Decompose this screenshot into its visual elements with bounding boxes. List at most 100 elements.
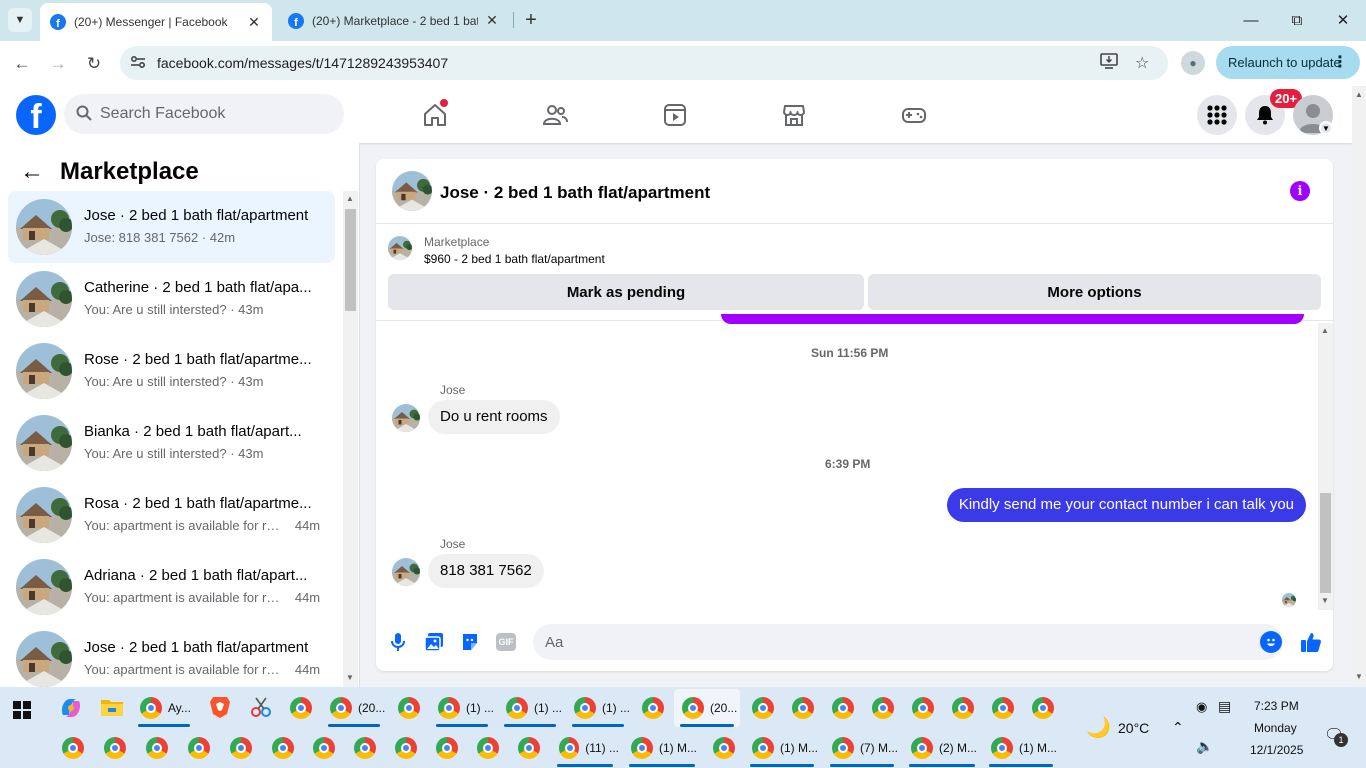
chrome-window-button[interactable] bbox=[984, 689, 1020, 727]
chrome-window-button[interactable] bbox=[744, 689, 780, 727]
kebab-menu-icon[interactable]: ⋮ bbox=[1332, 52, 1348, 72]
taskbar-app-button[interactable]: (1) ... bbox=[498, 689, 562, 727]
chrome-window-button[interactable] bbox=[222, 729, 258, 767]
omnibox[interactable]: facebook.com/messages/t/1471289243953407… bbox=[120, 46, 1168, 80]
weather-temperature[interactable]: 20°C bbox=[1118, 720, 1149, 736]
search-input[interactable] bbox=[100, 104, 330, 124]
scroll-up-arrow-icon[interactable]: ▲ bbox=[346, 194, 354, 203]
site-info-icon[interactable] bbox=[130, 55, 146, 72]
chrome-window-button[interactable] bbox=[469, 729, 505, 767]
taskbar-app-button[interactable]: (20... bbox=[322, 689, 386, 727]
sticker-icon[interactable] bbox=[457, 629, 483, 655]
conversation-item[interactable]: Adriana · 2 bed 1 bath flat/apart... You… bbox=[8, 551, 335, 623]
chrome-window-button[interactable] bbox=[634, 689, 670, 727]
taskbar-app-button[interactable]: (1) ... bbox=[566, 689, 630, 727]
camera-privacy-icon[interactable]: ◉ bbox=[1196, 699, 1207, 715]
file-explorer-icon[interactable] bbox=[100, 696, 126, 722]
back-arrow-icon[interactable]: ← bbox=[20, 158, 44, 186]
menu-grid-button[interactable] bbox=[1197, 95, 1237, 135]
taskbar-app-button[interactable]: (2) M... bbox=[903, 729, 981, 767]
weather-moon-icon[interactable]: 🌙 bbox=[1086, 715, 1111, 740]
chrome-window-button[interactable] bbox=[1024, 689, 1060, 727]
browser-profile-icon[interactable]: ● bbox=[1181, 51, 1205, 75]
bookmark-star-icon[interactable]: ☆ bbox=[1135, 53, 1149, 73]
relaunch-to-update-button[interactable]: Relaunch to update ⋮ bbox=[1216, 46, 1360, 79]
forward-button[interactable]: → bbox=[45, 51, 71, 77]
taskbar-app-button[interactable]: (7) M... bbox=[824, 729, 900, 767]
message-thread-scrollbar[interactable]: ▲ ▼ bbox=[1318, 323, 1333, 610]
conversation-list-scrollbar[interactable]: ▲ ▼ bbox=[343, 191, 358, 687]
copilot-icon[interactable] bbox=[58, 695, 84, 721]
listing-thumbnail[interactable] bbox=[388, 236, 412, 260]
taskbar-app-button[interactable]: (1) M... bbox=[983, 729, 1059, 767]
chat-title[interactable]: Jose · 2 bed 1 bath flat/apartment bbox=[440, 183, 710, 203]
chrome-window-button[interactable] bbox=[387, 729, 423, 767]
chrome-window-button[interactable] bbox=[54, 729, 90, 767]
new-tab-button[interactable]: + bbox=[520, 8, 542, 32]
taskbar-app-button[interactable]: (11) ... bbox=[551, 729, 619, 767]
chat-listing-avatar[interactable] bbox=[392, 171, 432, 211]
taskbar-app-button[interactable]: (1) ... bbox=[430, 689, 494, 727]
like-thumbs-up-icon[interactable] bbox=[1298, 629, 1324, 655]
clock-time[interactable]: 7:23 PM bbox=[1254, 699, 1299, 713]
chevron-down-icon[interactable]: ▼ bbox=[1319, 121, 1333, 135]
nav-marketplace[interactable] bbox=[776, 98, 812, 132]
url-text[interactable]: facebook.com/messages/t/1471289243953407 bbox=[157, 55, 448, 71]
taskbar-app-button[interactable]: (1) M... bbox=[744, 729, 820, 767]
chrome-window-button[interactable] bbox=[428, 729, 464, 767]
chrome-window-button[interactable] bbox=[346, 729, 382, 767]
more-options-button[interactable]: More options bbox=[868, 274, 1321, 310]
taskbar-app-button-active[interactable]: (20... bbox=[674, 689, 740, 727]
close-tab-icon[interactable]: ✕ bbox=[246, 14, 262, 31]
tray-overflow-chevron-icon[interactable]: ⌃ bbox=[1172, 719, 1184, 736]
scrollbar-thumb[interactable] bbox=[1320, 493, 1331, 593]
gif-icon[interactable]: GIF bbox=[493, 629, 519, 655]
scroll-down-arrow-icon[interactable]: ▼ bbox=[346, 673, 354, 682]
snipping-tool-icon[interactable] bbox=[249, 695, 275, 721]
reload-button[interactable]: ↻ bbox=[81, 51, 107, 77]
install-app-icon[interactable] bbox=[1100, 53, 1118, 74]
chrome-window-button[interactable] bbox=[138, 729, 174, 767]
nav-friends[interactable] bbox=[537, 98, 573, 132]
chrome-window-button[interactable] bbox=[180, 729, 216, 767]
windows-start-icon[interactable] bbox=[12, 700, 38, 726]
back-button[interactable]: ← bbox=[9, 51, 35, 77]
chrome-window-button[interactable] bbox=[705, 729, 741, 767]
scroll-down-arrow-icon[interactable]: ▼ bbox=[1321, 596, 1329, 605]
message-input-box[interactable] bbox=[533, 624, 1283, 660]
facebook-search-box[interactable] bbox=[64, 94, 344, 134]
conversation-item[interactable]: Rosa · 2 bed 1 bath flat/apartme... You:… bbox=[8, 479, 335, 551]
close-window-button[interactable]: ✕ bbox=[1320, 0, 1366, 40]
chrome-window-button[interactable] bbox=[510, 729, 546, 767]
nav-video[interactable] bbox=[657, 98, 693, 132]
chrome-window-button[interactable] bbox=[305, 729, 341, 767]
chrome-window-button[interactable] bbox=[282, 689, 318, 727]
clock-day[interactable]: Monday bbox=[1254, 721, 1297, 735]
conversation-item[interactable]: Bianka · 2 bed 1 bath flat/apart... You:… bbox=[8, 407, 335, 479]
sender-avatar[interactable] bbox=[392, 558, 420, 586]
listing-title[interactable]: $960 - 2 bed 1 bath flat/apartment bbox=[424, 252, 605, 266]
chrome-window-button[interactable] bbox=[904, 689, 940, 727]
chrome-window-button[interactable] bbox=[944, 689, 980, 727]
message-input[interactable] bbox=[545, 632, 1235, 652]
chrome-window-button[interactable] bbox=[864, 689, 900, 727]
emoji-icon[interactable] bbox=[1260, 631, 1282, 653]
nav-home[interactable] bbox=[417, 98, 453, 132]
chrome-window-button[interactable] bbox=[96, 729, 132, 767]
scrollbar-thumb[interactable] bbox=[345, 209, 356, 311]
microphone-icon[interactable] bbox=[385, 629, 411, 655]
browser-tab-marketplace[interactable]: f (20+) Marketplace - 2 bed 1 bath ✕ bbox=[278, 4, 510, 37]
restore-button[interactable]: ⧉ bbox=[1274, 0, 1320, 40]
conversation-item[interactable]: Jose · 2 bed 1 bath flat/apartment Jose:… bbox=[8, 191, 335, 263]
close-tab-icon[interactable]: ✕ bbox=[484, 12, 500, 29]
network-icon[interactable]: ▤ bbox=[1218, 698, 1231, 715]
volume-icon[interactable]: 🔈 bbox=[1196, 738, 1213, 755]
page-scrollbar[interactable]: ▲ ▼ bbox=[1352, 86, 1366, 687]
chrome-window-button[interactable] bbox=[264, 729, 300, 767]
chrome-window-button[interactable] bbox=[784, 689, 820, 727]
scroll-down-arrow-icon[interactable]: ▼ bbox=[1355, 672, 1363, 681]
minimize-button[interactable]: — bbox=[1228, 0, 1274, 40]
brave-icon[interactable] bbox=[209, 695, 235, 721]
scroll-up-arrow-icon[interactable]: ▲ bbox=[1355, 90, 1363, 99]
clock-date[interactable]: 12/1/2025 bbox=[1250, 743, 1303, 757]
